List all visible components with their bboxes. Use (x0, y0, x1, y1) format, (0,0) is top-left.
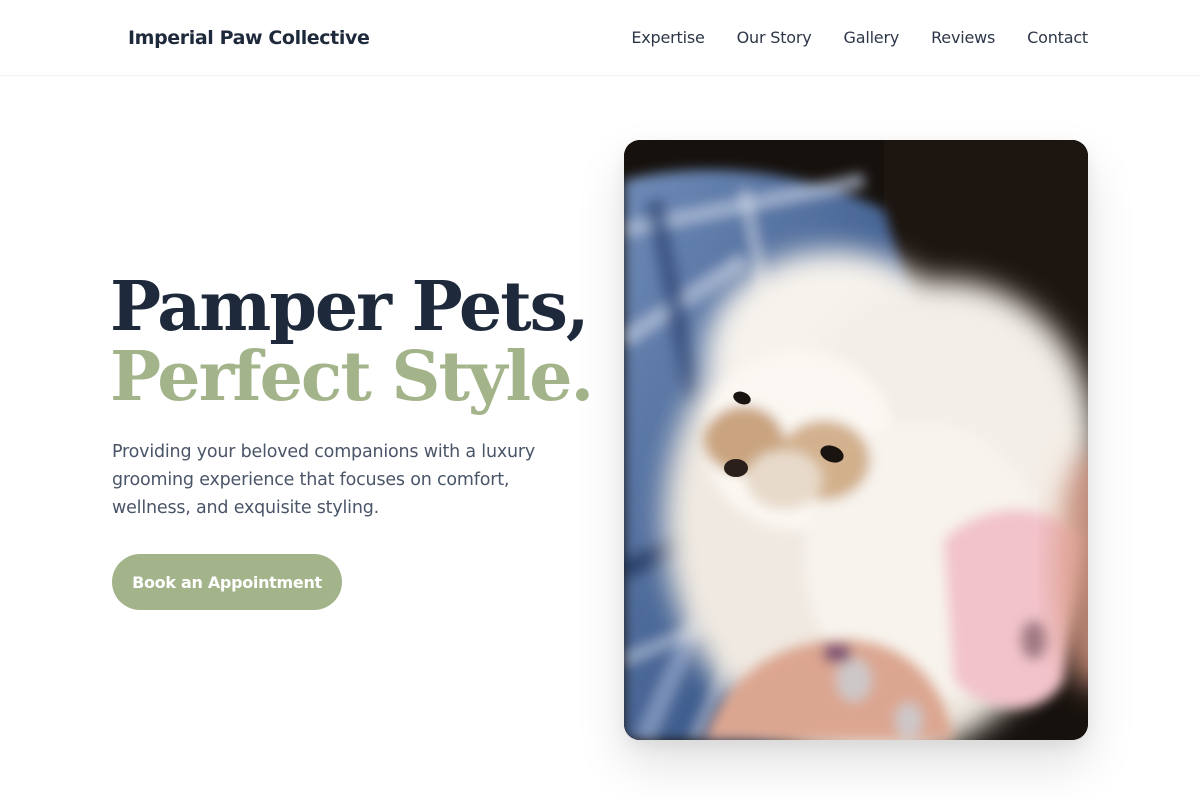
hero-title-line1: Pamper Pets, (110, 267, 590, 347)
brand-logo[interactable]: Imperial Paw Collective (128, 26, 370, 50)
nav-link-reviews[interactable]: Reviews (931, 28, 995, 48)
dog-nose (724, 459, 748, 477)
nav-link-gallery[interactable]: Gallery (844, 28, 900, 48)
book-appointment-button[interactable]: Book an Appointment (112, 554, 342, 610)
hero-title: Pamper Pets, Perfect Style. (110, 267, 594, 417)
site-header: Imperial Paw Collective Expertise Our St… (0, 0, 1200, 76)
dog-photo-illustration (624, 140, 1088, 740)
nav-link-expertise[interactable]: Expertise (631, 28, 704, 48)
main-nav: Expertise Our Story Gallery Reviews Cont… (631, 28, 1088, 48)
hero-title-line2: Perfect Style. (110, 337, 594, 417)
hero-dog-image (624, 140, 1088, 740)
nav-link-our-story[interactable]: Our Story (737, 28, 812, 48)
nav-link-contact[interactable]: Contact (1027, 28, 1088, 48)
hero-description: Providing your beloved companions with a… (112, 442, 536, 518)
